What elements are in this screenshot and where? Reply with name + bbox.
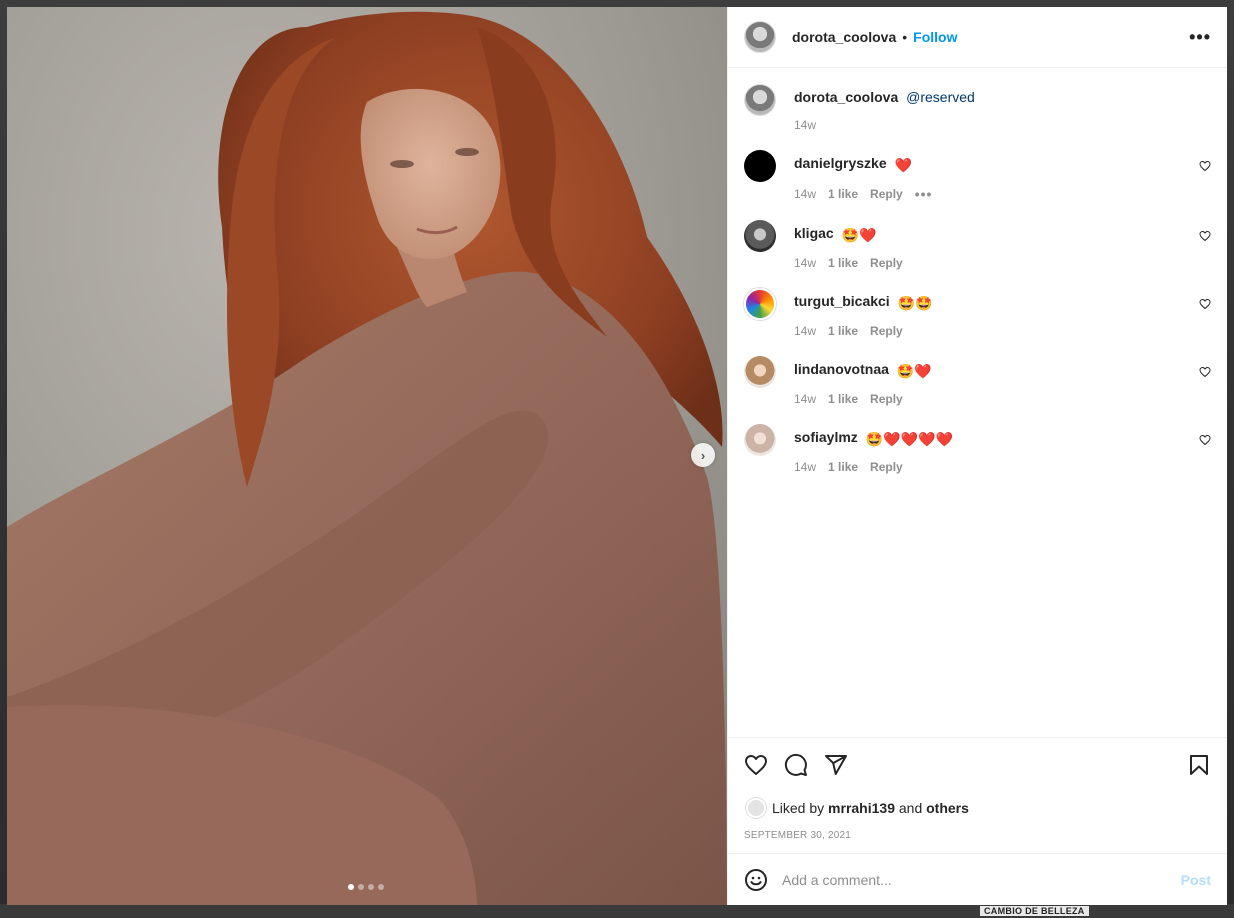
paper-plane-icon[interactable] xyxy=(824,753,848,777)
heart-icon[interactable] xyxy=(744,753,768,777)
carousel-dot xyxy=(378,884,384,890)
carousel-next-button[interactable]: › xyxy=(691,443,715,467)
more-options-button[interactable]: ••• xyxy=(1189,27,1211,48)
carousel-dot xyxy=(358,884,364,890)
comment-username[interactable]: kligac xyxy=(794,225,834,241)
comment-more-button[interactable]: ••• xyxy=(915,186,933,202)
comment-time[interactable]: 14w xyxy=(794,324,816,338)
comments-list: dorota_coolova @reserved 14w danielgrysz… xyxy=(728,68,1227,737)
carousel-dot xyxy=(348,884,354,890)
post-comment-button[interactable]: Post xyxy=(1181,872,1211,888)
comment-likes[interactable]: 1 like xyxy=(828,460,858,474)
comment-avatar[interactable] xyxy=(744,288,776,320)
comment-username[interactable]: sofiaylmz xyxy=(794,429,858,445)
comment-avatar[interactable] xyxy=(744,356,776,388)
comment-likes[interactable]: 1 like xyxy=(828,187,858,201)
comment-emoji: 🤩 xyxy=(897,295,916,311)
comment-input[interactable] xyxy=(782,871,1181,888)
comment-likes[interactable]: 1 like xyxy=(828,324,858,338)
photo-illustration xyxy=(7,7,727,905)
comment-avatar[interactable] xyxy=(744,220,776,252)
post-actions: Liked by mrrahi139 and others SEPTEMBER … xyxy=(728,737,1227,853)
caption-row: dorota_coolova @reserved 14w xyxy=(744,84,1211,132)
comment-row: sofiaylmz 🤩❤️❤️❤️❤️ 14w 1 like Reply xyxy=(744,424,1211,474)
comment-time[interactable]: 14w xyxy=(794,460,816,474)
reply-button[interactable]: Reply xyxy=(870,324,903,338)
comment-username[interactable]: danielgryszke xyxy=(794,155,887,171)
comment-emoji: ❤️ xyxy=(859,227,877,243)
comment-composer: Post xyxy=(728,853,1227,905)
header-separator: • xyxy=(902,29,908,45)
caption-time[interactable]: 14w xyxy=(794,118,816,132)
comment-heart-icon[interactable] xyxy=(1199,230,1211,242)
caption-mention[interactable]: @reserved xyxy=(906,89,975,105)
comment-emoji: ❤️ xyxy=(914,363,932,379)
comment-emoji: 🤩 xyxy=(915,295,933,311)
post-date[interactable]: SEPTEMBER 30, 2021 xyxy=(744,830,1211,841)
comment-icon[interactable] xyxy=(784,753,808,777)
comment-heart-icon[interactable] xyxy=(1199,298,1211,310)
liked-by-prefix: Liked by xyxy=(772,800,825,816)
smiley-icon[interactable] xyxy=(744,868,768,892)
comment-heart-icon[interactable] xyxy=(1199,434,1211,446)
comment-username[interactable]: turgut_bicakci xyxy=(794,293,890,309)
comment-emoji: ❤️ xyxy=(900,431,919,447)
comment-emoji: 🤩 xyxy=(841,227,860,243)
comment-row: danielgryszke ❤️ 14w 1 like Reply ••• xyxy=(744,150,1211,202)
follow-button[interactable]: Follow xyxy=(913,29,957,45)
liked-by-user[interactable]: mrrahi139 xyxy=(828,800,895,816)
comment-emoji: ❤️ xyxy=(883,431,901,447)
caption-avatar[interactable] xyxy=(744,84,776,116)
comment-likes[interactable]: 1 like xyxy=(828,256,858,270)
liked-by-others[interactable]: others xyxy=(926,800,969,816)
comment-row: turgut_bicakci 🤩🤩 14w 1 like Reply xyxy=(744,288,1211,338)
owner-username[interactable]: dorota_coolova xyxy=(792,29,896,45)
post-header: dorota_coolova • Follow ••• xyxy=(728,7,1227,68)
comment-username[interactable]: lindanovotnaa xyxy=(794,361,889,377)
comment-emoji: ❤️ xyxy=(894,157,912,173)
comment-emoji: ❤️ xyxy=(935,431,953,447)
comment-time[interactable]: 14w xyxy=(794,392,816,406)
carousel-dots xyxy=(348,884,384,890)
owner-avatar[interactable] xyxy=(744,21,776,53)
comment-avatar[interactable] xyxy=(744,150,776,182)
reply-button[interactable]: Reply xyxy=(870,392,903,406)
comment-heart-icon[interactable] xyxy=(1199,366,1211,378)
comment-heart-icon[interactable] xyxy=(1199,160,1211,172)
liked-by: Liked by mrrahi139 and others xyxy=(744,798,1211,818)
comment-emoji: ❤️ xyxy=(918,431,936,447)
post-side-panel: dorota_coolova • Follow ••• dorota_coolo… xyxy=(727,7,1227,905)
comment-avatar[interactable] xyxy=(744,424,776,456)
comment-time[interactable]: 14w xyxy=(794,187,816,201)
comment-time[interactable]: 14w xyxy=(794,256,816,270)
reply-button[interactable]: Reply xyxy=(870,460,903,474)
post-modal: › dorota_coolova • Follow ••• dorota_coo… xyxy=(7,7,1227,905)
comment-likes[interactable]: 1 like xyxy=(828,392,858,406)
comment-emoji: 🤩 xyxy=(896,363,915,379)
caption-username[interactable]: dorota_coolova xyxy=(794,89,898,105)
backdrop-caption: CAMBIO DE BELLEZA xyxy=(980,906,1089,916)
comment-row: kligac 🤩❤️ 14w 1 like Reply xyxy=(744,220,1211,270)
comment-emoji: 🤩 xyxy=(865,431,884,447)
post-photo[interactable]: › xyxy=(7,7,727,905)
reply-button[interactable]: Reply xyxy=(870,256,903,270)
carousel-dot xyxy=(368,884,374,890)
bookmark-icon[interactable] xyxy=(1187,753,1211,777)
comment-row: lindanovotnaa 🤩❤️ 14w 1 like Reply xyxy=(744,356,1211,406)
reply-button[interactable]: Reply xyxy=(870,187,903,201)
liked-by-avatar[interactable] xyxy=(746,798,766,818)
liked-by-conj: and xyxy=(898,800,923,816)
